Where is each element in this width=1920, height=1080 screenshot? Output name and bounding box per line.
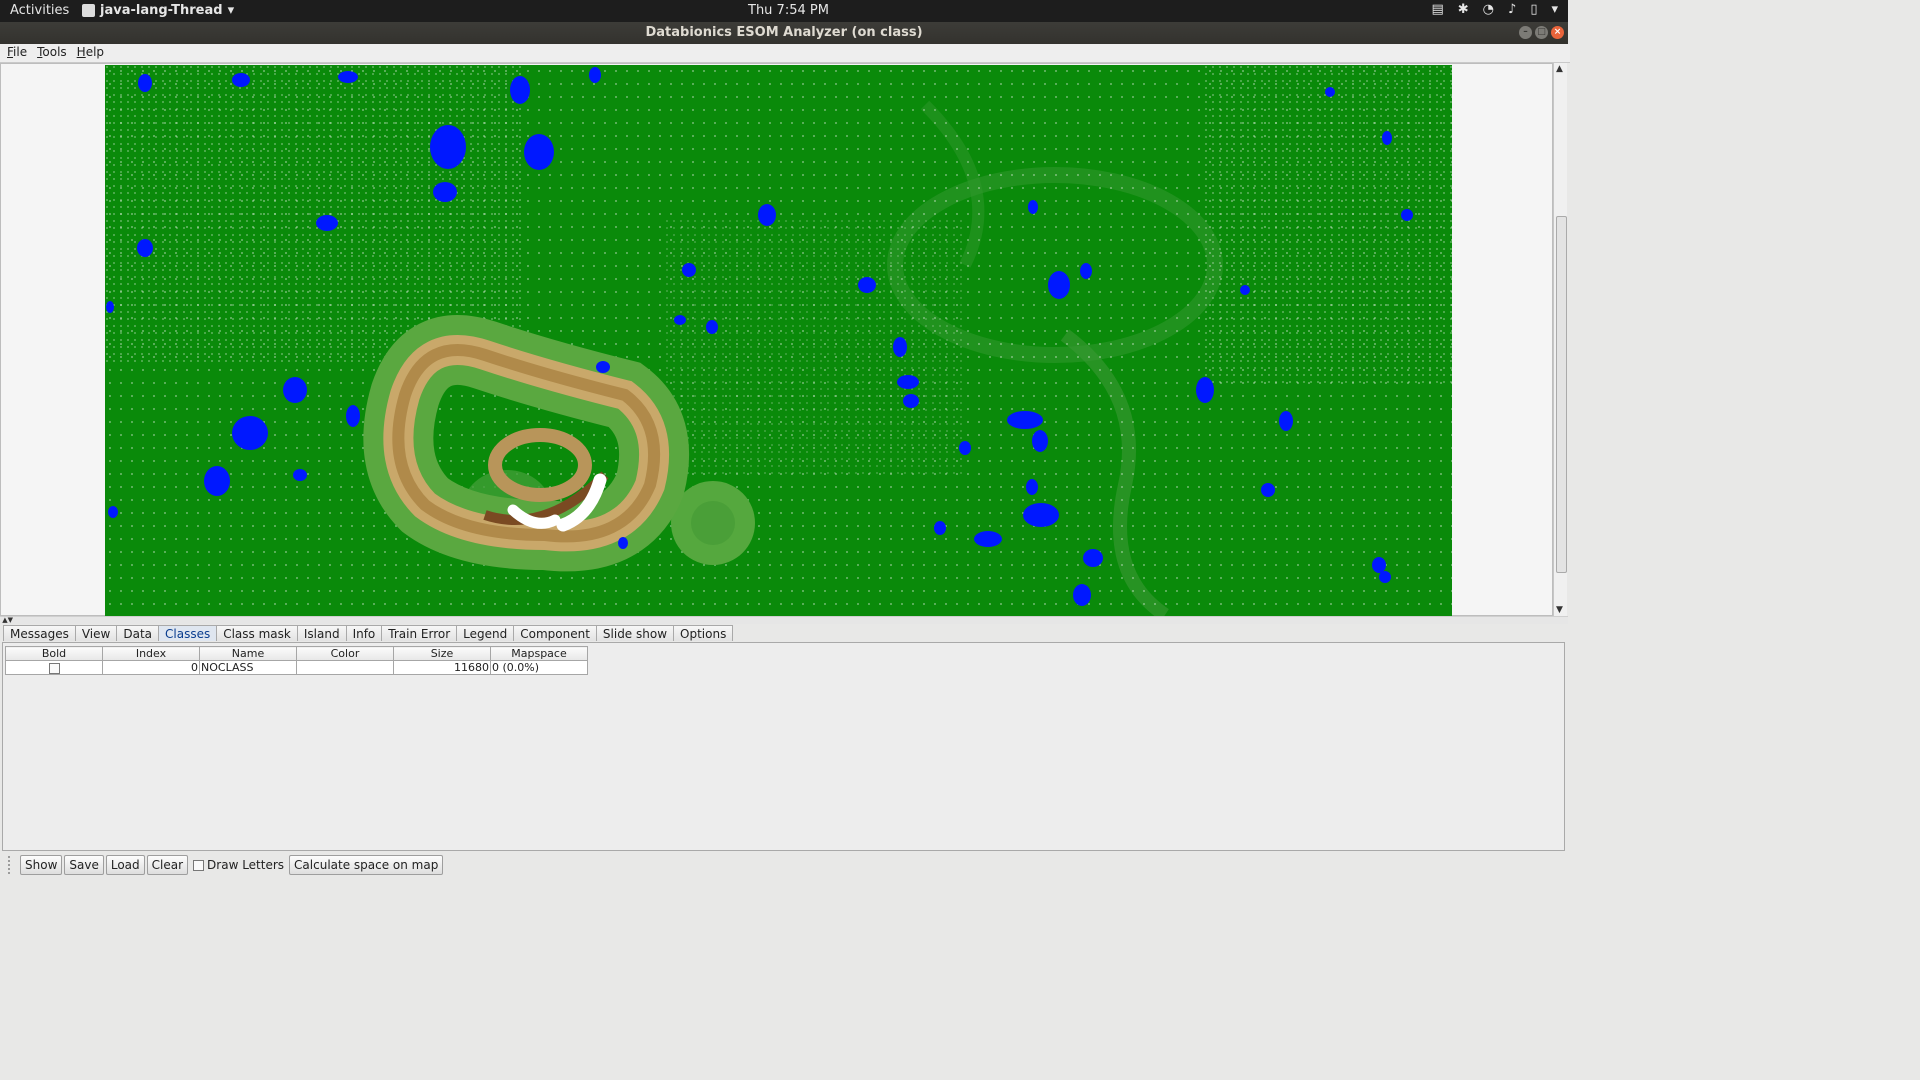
column-header-size[interactable]: Size bbox=[393, 646, 491, 661]
classes-table: Bold Index Name Color Size Mapspace 0 NO… bbox=[5, 646, 588, 675]
tab-data[interactable]: Data bbox=[116, 625, 159, 641]
collapse-arrows-icon[interactable]: ▲▼ bbox=[0, 616, 13, 624]
bold-cell[interactable] bbox=[5, 660, 103, 675]
tab-info[interactable]: Info bbox=[345, 625, 383, 641]
slack-icon[interactable]: ✱ bbox=[1458, 2, 1469, 17]
map-panel bbox=[0, 63, 1553, 616]
minimize-icon[interactable]: – bbox=[1519, 26, 1532, 39]
classes-toolbar: Show Save Load Clear Draw Letters Calcul… bbox=[8, 854, 444, 876]
column-header-color[interactable]: Color bbox=[296, 646, 394, 661]
name-cell[interactable]: NOCLASS bbox=[199, 660, 297, 675]
column-header-mapspace[interactable]: Mapspace bbox=[490, 646, 588, 661]
window-title-bar: Databionics ESOM Analyzer (on class) – □… bbox=[0, 22, 1568, 44]
tab-options[interactable]: Options bbox=[673, 625, 734, 641]
esom-map[interactable] bbox=[105, 65, 1452, 616]
toolbar-grip[interactable] bbox=[8, 856, 16, 874]
show-button[interactable]: Show bbox=[20, 855, 63, 875]
tab-slide-show[interactable]: Slide show bbox=[595, 625, 675, 641]
clock[interactable]: Thu 7:54 PM bbox=[748, 3, 829, 18]
save-button[interactable]: Save bbox=[64, 855, 104, 875]
bold-checkbox[interactable] bbox=[48, 662, 60, 674]
menu-file[interactable]: File bbox=[2, 44, 32, 62]
maximize-icon[interactable]: □ bbox=[1535, 26, 1548, 39]
menu-help[interactable]: Help bbox=[72, 44, 109, 62]
app-menu[interactable]: java-lang-Thread ▾ bbox=[82, 3, 234, 18]
tab-messages[interactable]: Messages bbox=[3, 625, 76, 641]
scroll-down-icon[interactable]: ▼ bbox=[1556, 605, 1563, 615]
tab-train-error[interactable]: Train Error bbox=[381, 625, 458, 641]
tab-island[interactable]: Island bbox=[296, 625, 347, 641]
scroll-up-icon[interactable]: ▲ bbox=[1556, 64, 1563, 74]
column-header-bold[interactable]: Bold bbox=[5, 646, 103, 661]
activities-button[interactable]: Activities bbox=[10, 3, 69, 18]
volume-icon[interactable]: ♪ bbox=[1508, 2, 1516, 17]
system-top-bar: Activities java-lang-Thread ▾ Thu 7:54 P… bbox=[0, 0, 1568, 22]
menu-bar: File Tools Help bbox=[0, 44, 1570, 63]
window-title: Databionics ESOM Analyzer (on class) bbox=[645, 25, 923, 40]
color-cell[interactable] bbox=[296, 660, 394, 675]
clear-button[interactable]: Clear bbox=[146, 855, 189, 875]
classes-panel: Bold Index Name Color Size Mapspace 0 NO… bbox=[2, 642, 1565, 851]
load-button[interactable]: Load bbox=[105, 855, 145, 875]
draw-letters-checkbox[interactable]: Draw Letters bbox=[190, 858, 287, 872]
mapspace-cell[interactable]: 0 (0.0%) bbox=[490, 660, 588, 675]
close-icon[interactable]: × bbox=[1551, 26, 1564, 39]
size-cell[interactable]: 11680 bbox=[393, 660, 491, 675]
split-pane-divider[interactable]: ▲▼ bbox=[0, 616, 1568, 624]
checkbox-box[interactable] bbox=[193, 859, 205, 871]
notes-icon[interactable]: ▤ bbox=[1431, 2, 1443, 17]
wifi-icon[interactable]: ◔ bbox=[1483, 2, 1494, 17]
index-cell[interactable]: 0 bbox=[102, 660, 200, 675]
tab-component[interactable]: Component bbox=[513, 625, 597, 641]
menu-tools[interactable]: Tools bbox=[32, 44, 72, 62]
map-vertical-scrollbar[interactable]: ▲ ▼ bbox=[1553, 63, 1567, 616]
tab-bar: Messages View Data Classes Class mask Is… bbox=[3, 625, 734, 642]
tab-classes[interactable]: Classes bbox=[158, 625, 218, 641]
tab-class-mask[interactable]: Class mask bbox=[216, 625, 298, 641]
tab-view[interactable]: View bbox=[74, 625, 118, 641]
chevron-down-icon: ▾ bbox=[227, 3, 235, 18]
draw-letters-label: Draw Letters bbox=[207, 858, 285, 872]
scrollbar-thumb[interactable] bbox=[1556, 216, 1567, 573]
app-menu-label: java-lang-Thread bbox=[100, 3, 223, 18]
table-row[interactable]: 0 NOCLASS 11680 0 (0.0%) bbox=[5, 660, 588, 675]
calculate-space-button[interactable]: Calculate space on map bbox=[289, 855, 444, 875]
system-tray[interactable]: ▤ ✱ ◔ ♪ ▯ ▾ bbox=[1431, 2, 1558, 17]
column-header-name[interactable]: Name bbox=[199, 646, 297, 661]
column-header-index[interactable]: Index bbox=[102, 646, 200, 661]
chevron-down-icon[interactable]: ▾ bbox=[1551, 2, 1558, 17]
tab-legend[interactable]: Legend bbox=[456, 625, 515, 641]
battery-icon[interactable]: ▯ bbox=[1530, 2, 1537, 17]
app-icon bbox=[82, 4, 95, 17]
